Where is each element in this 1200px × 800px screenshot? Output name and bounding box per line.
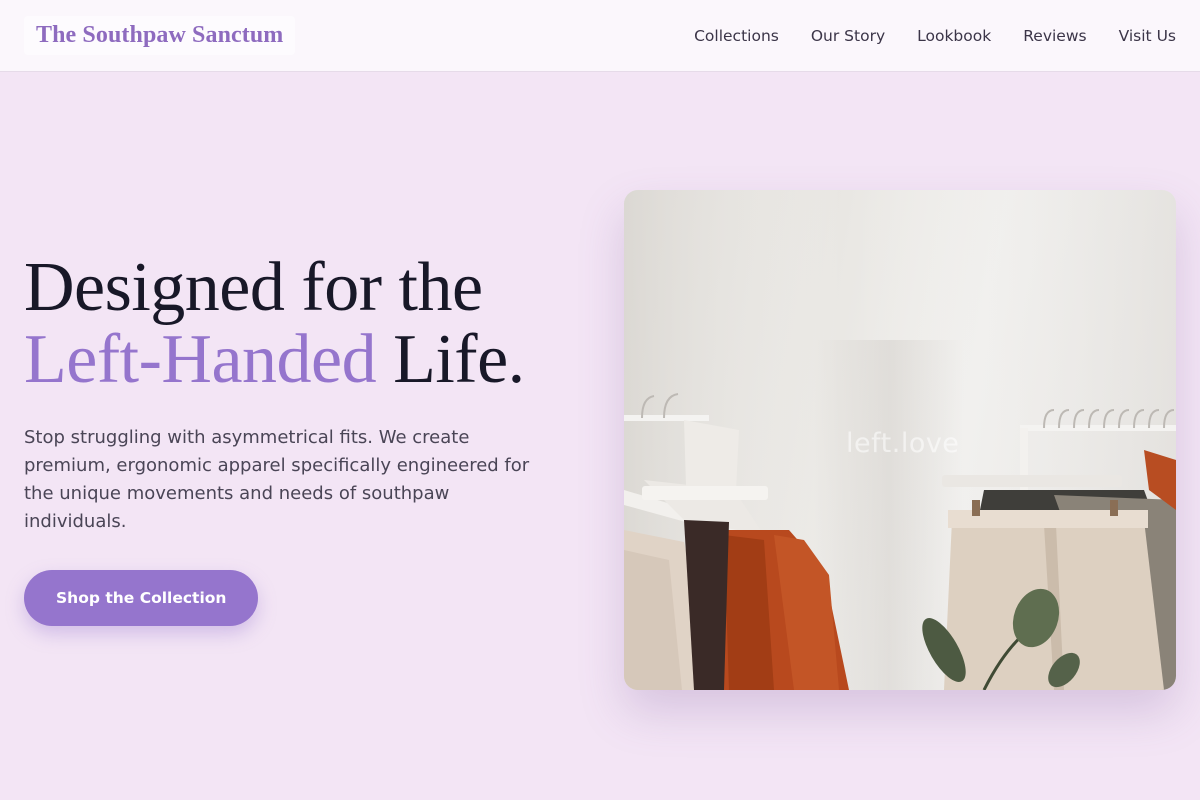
headline-end: Life. (376, 321, 525, 398)
hero-content: Designed for the Left-Handed Life. Stop … (24, 252, 584, 626)
headline-line-1: Designed for the (24, 249, 483, 326)
nav-item-our-story[interactable]: Our Story (811, 27, 885, 45)
brand-logo[interactable]: The Southpaw Sanctum (24, 16, 296, 55)
nav-item-reviews[interactable]: Reviews (1023, 27, 1086, 45)
nav-item-lookbook[interactable]: Lookbook (917, 27, 991, 45)
hero-subtext: Stop struggling with asymmetrical fits. … (24, 427, 530, 532)
shop-collection-button[interactable]: Shop the Collection (24, 570, 259, 626)
site-header: The Southpaw Sanctum Collections Our Sto… (0, 0, 1200, 72)
headline-accent: Left-Handed (24, 321, 377, 398)
nav-item-visit-us[interactable]: Visit Us (1119, 27, 1176, 45)
main-nav: Collections Our Story Lookbook Reviews V… (694, 27, 1176, 45)
nav-item-collections[interactable]: Collections (694, 27, 779, 45)
hero-image: left.love (624, 190, 1176, 690)
hero-headline: Designed for the Left-Handed Life. (24, 252, 584, 396)
image-watermark: left.love (846, 428, 960, 459)
